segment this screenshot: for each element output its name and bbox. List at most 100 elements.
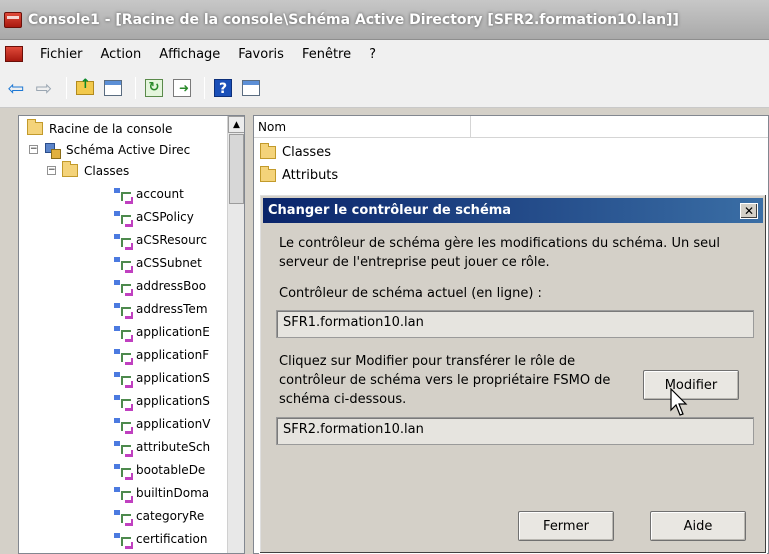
window-title: Console1 - [Racine de la console\Schéma … [28,11,679,28]
forward-arrow-icon[interactable]: ⇨ [32,76,56,100]
class-icon [114,302,132,316]
mouse-cursor-icon [670,388,688,416]
tree-item-class[interactable]: applicationS [114,367,210,388]
modify-button[interactable]: Modifier [643,370,739,400]
change-schema-master-dialog: Changer le contrôleur de schéma ✕ Le con… [259,194,767,554]
tree-item-label: categoryRe [136,508,205,523]
refresh-button[interactable]: ↻ [142,76,166,100]
instruction-line: Cliquez sur Modifier pour transférer le … [279,354,576,369]
tree-item-class[interactable]: certification [114,528,207,549]
collapse-toggle[interactable]: − [29,145,38,154]
console-menu-icon[interactable] [5,46,23,62]
up-folder-button[interactable] [73,76,97,100]
menu-help[interactable]: ? [360,47,385,62]
close-button[interactable]: Fermer [518,511,614,541]
description-line: serveur de l'entreprise peut jouer ce rô… [279,255,550,270]
close-icon[interactable]: ✕ [740,203,758,219]
dialog-title: Changer le contrôleur de schéma [268,203,512,218]
toolbar-separator [204,76,205,99]
instruction-line: contrôleur de schéma vers le propriétair… [279,373,611,388]
folder-icon [62,161,78,177]
tree-item-classes[interactable]: − Classes [47,160,129,181]
tree-item-label: account [136,186,184,201]
folder-icon [260,142,276,159]
column-header-nom[interactable]: Nom [254,116,471,138]
list-header: Nom [254,116,768,138]
tree-item-label: applicationE [136,324,210,339]
tree-scrollbar[interactable]: ▲ [227,116,244,553]
back-arrow-icon[interactable]: ⇦ [4,76,28,100]
tree-item-schema[interactable]: − Schéma Active Direc [29,139,190,160]
menu-fenetre[interactable]: Fenêtre [293,47,360,62]
tree-item-class[interactable]: account [114,183,184,204]
window-titlebar: Console1 - [Racine de la console\Schéma … [0,0,769,40]
help-button[interactable]: ? [211,76,235,100]
mmc-app-icon[interactable] [4,11,22,28]
instruction-text: Cliquez sur Modifier pour transférer le … [279,352,610,409]
show-hide-tree-icon [104,79,122,96]
class-icon [114,371,132,385]
tree-item-class[interactable]: bootableDe [114,459,205,480]
collapse-toggle[interactable]: − [47,166,56,175]
tree-item-label: certification [136,531,208,546]
tree-item-label: bootableDe [136,462,206,477]
tree-item-class[interactable]: addressTem [114,298,208,319]
help-dialog-button[interactable]: Aide [650,511,746,541]
tree-item-label: Classes [84,163,130,178]
dialog-description: Le contrôleur de schéma gère les modific… [279,234,720,272]
tree-item-class[interactable]: addressBoo [114,275,206,296]
menu-affichage[interactable]: Affichage [150,47,229,62]
tree-item-label: applicationS [136,370,210,385]
scroll-thumb[interactable] [229,134,244,204]
tree-item-class[interactable]: aCSSubnet [114,252,202,273]
tree-item-class[interactable]: categoryRe [114,505,204,526]
schema-snapin-icon [44,142,61,159]
menu-action[interactable]: Action [92,47,151,62]
class-icon [114,210,132,224]
tree-item-class[interactable]: applicationS [114,390,210,411]
tree-item-class[interactable]: aCSPolicy [114,206,194,227]
console-tree[interactable]: Racine de la console − Schéma Active Dir… [18,115,245,554]
class-icon [114,440,132,454]
class-icon [114,463,132,477]
tree-item-root[interactable]: Racine de la console [27,118,172,139]
list-item[interactable]: Classes [260,141,331,163]
list-item[interactable]: Attributs [260,164,338,186]
current-master-field: SFR1.formation10.lan [276,310,754,338]
target-master-field: SFR2.formation10.lan [276,417,754,445]
tree-item-label: attributeSch [136,439,211,454]
export-list-icon [173,78,191,97]
list-item-label: Classes [282,144,331,160]
tree-item-label: Racine de la console [49,121,173,136]
menu-favoris[interactable]: Favoris [229,47,293,62]
class-icon [114,348,132,362]
tree-item-label: applicationF [136,347,210,362]
class-icon [114,256,132,270]
tree-item-class[interactable]: attributeSch [114,436,210,457]
tree-item-label: applicationV [136,416,211,431]
tree-item-class[interactable]: applicationF [114,344,209,365]
list-item-label: Attributs [282,167,339,183]
export-list-button[interactable] [170,76,194,100]
tree-item-label: aCSResourc [136,232,207,247]
scroll-up-arrow-icon[interactable]: ▲ [228,116,244,133]
class-icon [114,233,132,247]
tree-item-label: aCSSubnet [136,255,202,270]
show-hide-tree-button[interactable] [101,76,125,100]
tree-item-label: Schéma Active Direc [66,142,191,157]
tree-item-class[interactable]: applicationV [114,413,210,434]
tree-item-class[interactable]: applicationE [114,321,210,342]
properties-button[interactable] [239,76,263,100]
tree-item-class[interactable]: aCSResourc [114,229,207,250]
up-folder-icon [76,77,94,95]
tree-item-class[interactable]: builtinDoma [114,482,209,503]
menu-fichier[interactable]: Fichier [31,47,92,62]
toolbar: ⇦ ⇨ ↻ ? [0,68,769,108]
toolbar-separator [66,76,67,99]
class-icon [114,486,132,500]
tree-item-label: builtinDoma [136,485,210,500]
class-icon [114,509,132,523]
tree-item-label: aCSPolicy [136,209,194,224]
class-icon [114,187,132,201]
instruction-line: schéma ci-dessous. [279,392,407,407]
